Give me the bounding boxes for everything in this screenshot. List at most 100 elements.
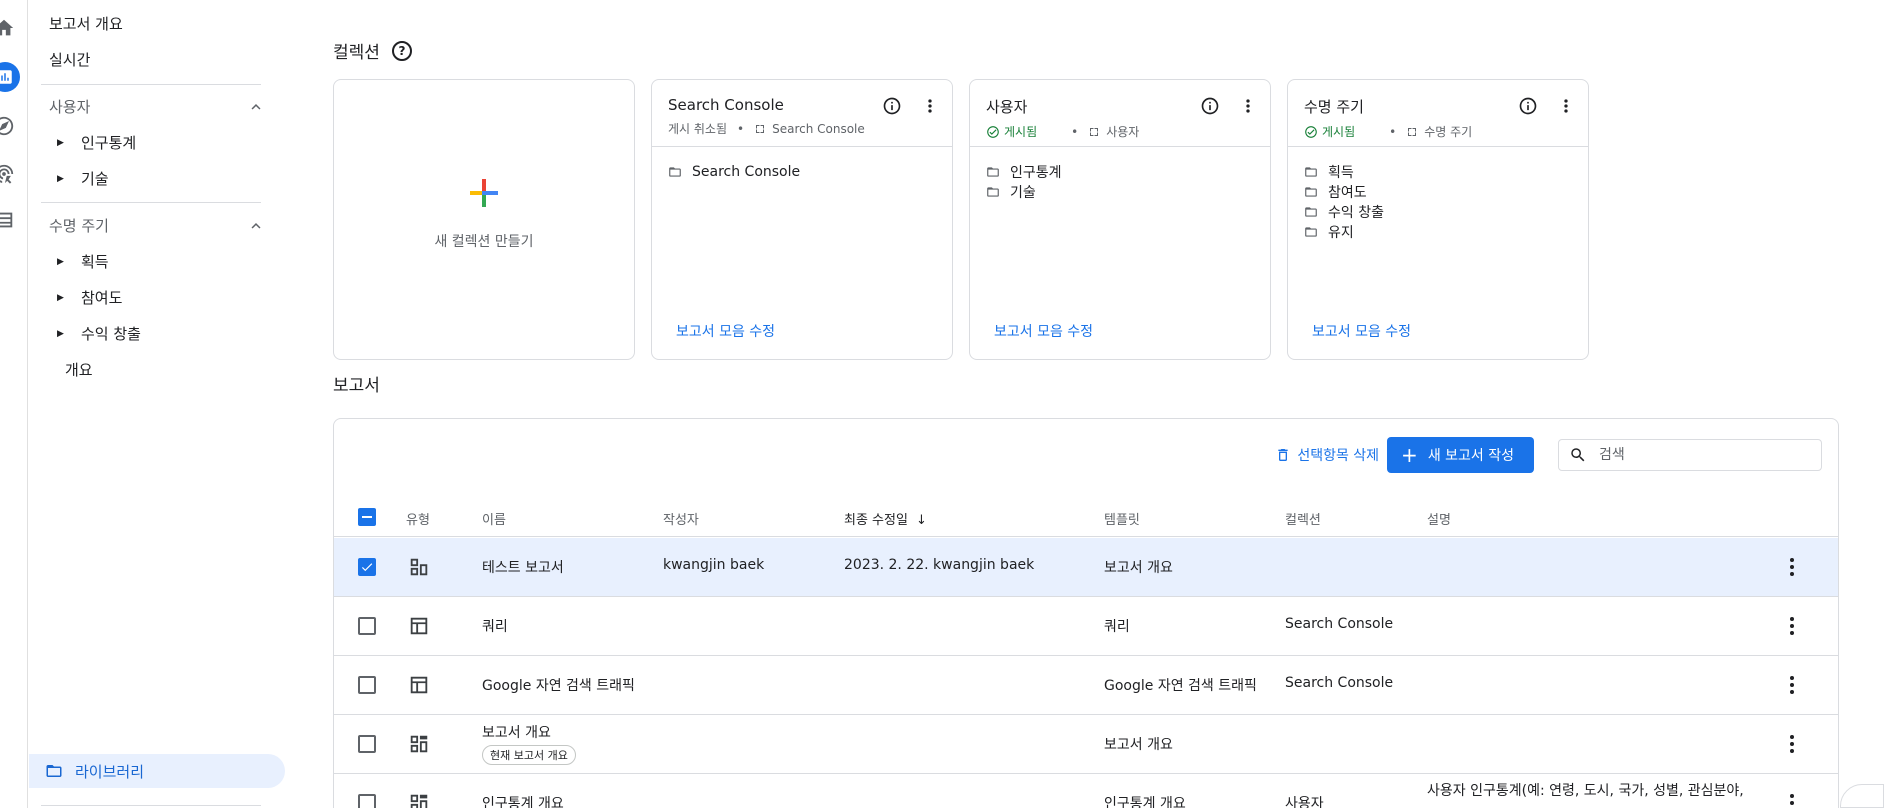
column-header-type[interactable]: 유형 [406, 509, 430, 528]
column-header-modified[interactable]: 최종 수정일 ↓ [844, 509, 927, 528]
template-label: 사용자 [1088, 123, 1139, 140]
nav-item-monetization[interactable]: ▶ 수익 창출 [57, 323, 141, 344]
delete-selected-button[interactable]: 선택항목 삭제 [1275, 445, 1379, 465]
reports-toolbar: 선택항목 삭제 + 새 보고서 작성 [1275, 437, 1822, 473]
icon-rail [0, 0, 28, 808]
status-badge: 현재 보고서 개요 [482, 745, 576, 765]
more-vert-icon[interactable] [1790, 676, 1794, 697]
table-row[interactable]: 테스트 보고서 kwangjin baek 2023. 2. 22. kwang… [334, 538, 1838, 597]
arrow-down-icon: ↓ [915, 513, 927, 528]
select-all-checkbox[interactable] [358, 508, 376, 526]
row-checkbox[interactable] [358, 735, 376, 753]
new-report-button[interactable]: + 새 보고서 작성 [1387, 437, 1534, 473]
nav-item-realtime[interactable]: 실시간 [49, 49, 90, 70]
nav-item-tech[interactable]: ▶ 기술 [57, 168, 109, 189]
table-row[interactable]: Google 자연 검색 트래픽 Google 자연 검색 트래픽 Search… [334, 656, 1838, 715]
configure-icon[interactable] [0, 208, 16, 232]
advertising-icon[interactable] [0, 162, 16, 186]
search-icon [1571, 448, 1585, 462]
nav-item-engagement[interactable]: ▶ 참여도 [57, 287, 122, 308]
list-item: 획득 [1304, 162, 1384, 182]
dashboard-icon [408, 792, 430, 808]
report-name[interactable]: Google 자연 검색 트래픽 [482, 675, 635, 695]
side-nav: 보고서 개요 실시간 사용자 ▶ 인구통계 ▶ 기술 수명 주기 ▶ 획득 ▶ … [29, 0, 285, 808]
column-header-name[interactable]: 이름 [482, 509, 506, 528]
edit-collection-link[interactable]: 보고서 모음 수정 [676, 321, 775, 341]
more-vert-icon[interactable] [1556, 96, 1576, 116]
nav-section-lifecycle[interactable]: 수명 주기 [49, 215, 265, 236]
more-vert-icon[interactable] [1790, 794, 1794, 808]
table-row[interactable]: 인구통계 개요 인구통계 개요 사용자 사용자 인구통계(예: 연령, 도시, … [334, 774, 1838, 808]
template-icon [756, 124, 765, 133]
row-checkbox[interactable] [358, 617, 376, 635]
more-vert-icon[interactable] [920, 96, 940, 116]
nav-item-library[interactable]: 라이브러리 [29, 754, 285, 788]
list-item: 참여도 [1304, 182, 1384, 202]
divider [41, 84, 261, 85]
report-name[interactable]: 쿼리 [482, 616, 508, 636]
folder-icon [1305, 227, 1317, 237]
folder-icon [987, 167, 999, 177]
table-header: 유형 이름 작성자 최종 수정일 ↓ 템플릿 컬렉션 설명 [334, 499, 1838, 537]
table-row[interactable]: 쿼리 쿼리 Search Console [334, 597, 1838, 656]
table-icon [408, 615, 430, 637]
folder-icon [1305, 167, 1317, 177]
collections-heading-label: 컬렉션 [333, 43, 380, 63]
nav-item-overview[interactable]: 보고서 개요 [49, 13, 123, 34]
row-checkbox[interactable] [358, 676, 376, 694]
check-circle-icon [1305, 125, 1317, 138]
edit-collection-link[interactable]: 보고서 모음 수정 [1312, 321, 1411, 341]
info-icon[interactable] [1518, 96, 1538, 116]
nav-section-user[interactable]: 사용자 [49, 96, 265, 117]
home-icon[interactable] [0, 16, 16, 40]
column-header-description[interactable]: 설명 [1427, 509, 1451, 528]
more-vert-icon[interactable] [1790, 558, 1794, 579]
info-icon[interactable] [882, 96, 902, 116]
nav-item-demographics[interactable]: ▶ 인구통계 [57, 132, 136, 153]
divider [41, 202, 261, 203]
column-header-author[interactable]: 작성자 [663, 509, 699, 528]
row-checkbox[interactable] [358, 794, 376, 808]
template-label: Search Console [754, 122, 865, 136]
report-template: 쿼리 [1104, 619, 1130, 635]
reports-icon[interactable] [0, 62, 20, 92]
explore-icon[interactable] [0, 114, 16, 138]
column-header-collection[interactable]: 컬렉션 [1285, 509, 1321, 528]
more-vert-icon[interactable] [1790, 617, 1794, 638]
delete-selected-label: 선택항목 삭제 [1297, 448, 1380, 464]
report-collection: 사용자 [1285, 796, 1324, 808]
search-box[interactable] [1558, 439, 1822, 471]
nav-section-user-label: 사용자 [49, 98, 91, 116]
row-checkbox[interactable] [358, 558, 376, 576]
collection-card-search-console: Search Console 게시 취소됨 • Search Console S… [651, 79, 953, 360]
caret-right-icon: ▶ [57, 292, 64, 303]
column-header-template[interactable]: 템플릿 [1104, 509, 1140, 528]
list-item: 수익 창출 [1304, 202, 1384, 222]
more-vert-icon[interactable] [1790, 735, 1794, 756]
search-input[interactable] [1599, 447, 1799, 463]
chevron-up-icon[interactable] [247, 98, 265, 116]
card-meta: 게시됨 • 사용자 [986, 123, 1254, 140]
new-report-label: 새 보고서 작성 [1427, 448, 1514, 464]
nav-item-lifecycle-overview[interactable]: 개요 [65, 359, 93, 380]
new-collection-label: 새 컬렉션 만들기 [434, 233, 534, 250]
list-item: Search Console [668, 162, 800, 182]
table-row[interactable]: 보고서 개요 현재 보고서 개요 보고서 개요 [334, 715, 1838, 774]
status-badge: 게시 취소됨 [668, 122, 728, 136]
check-icon [361, 563, 373, 572]
report-name[interactable]: 인구통계 개요 [482, 793, 564, 808]
help-icon[interactable]: ? [391, 40, 412, 61]
more-vert-icon[interactable] [1238, 96, 1258, 116]
caret-right-icon: ▶ [57, 328, 64, 339]
nav-item-acquisition[interactable]: ▶ 획득 [57, 251, 109, 272]
new-collection-card[interactable]: 새 컬렉션 만들기 [333, 79, 635, 360]
caret-right-icon: ▶ [57, 173, 64, 184]
edit-collection-link[interactable]: 보고서 모음 수정 [994, 321, 1093, 341]
folder-list: Search Console [668, 162, 800, 182]
folder-icon [1305, 207, 1317, 217]
chevron-up-icon[interactable] [247, 217, 265, 235]
card-meta: 게시됨 • 수명 주기 [1304, 123, 1572, 140]
report-name[interactable]: 테스트 보고서 [482, 557, 564, 577]
report-name[interactable]: 보고서 개요 [482, 722, 551, 742]
info-icon[interactable] [1200, 96, 1220, 116]
